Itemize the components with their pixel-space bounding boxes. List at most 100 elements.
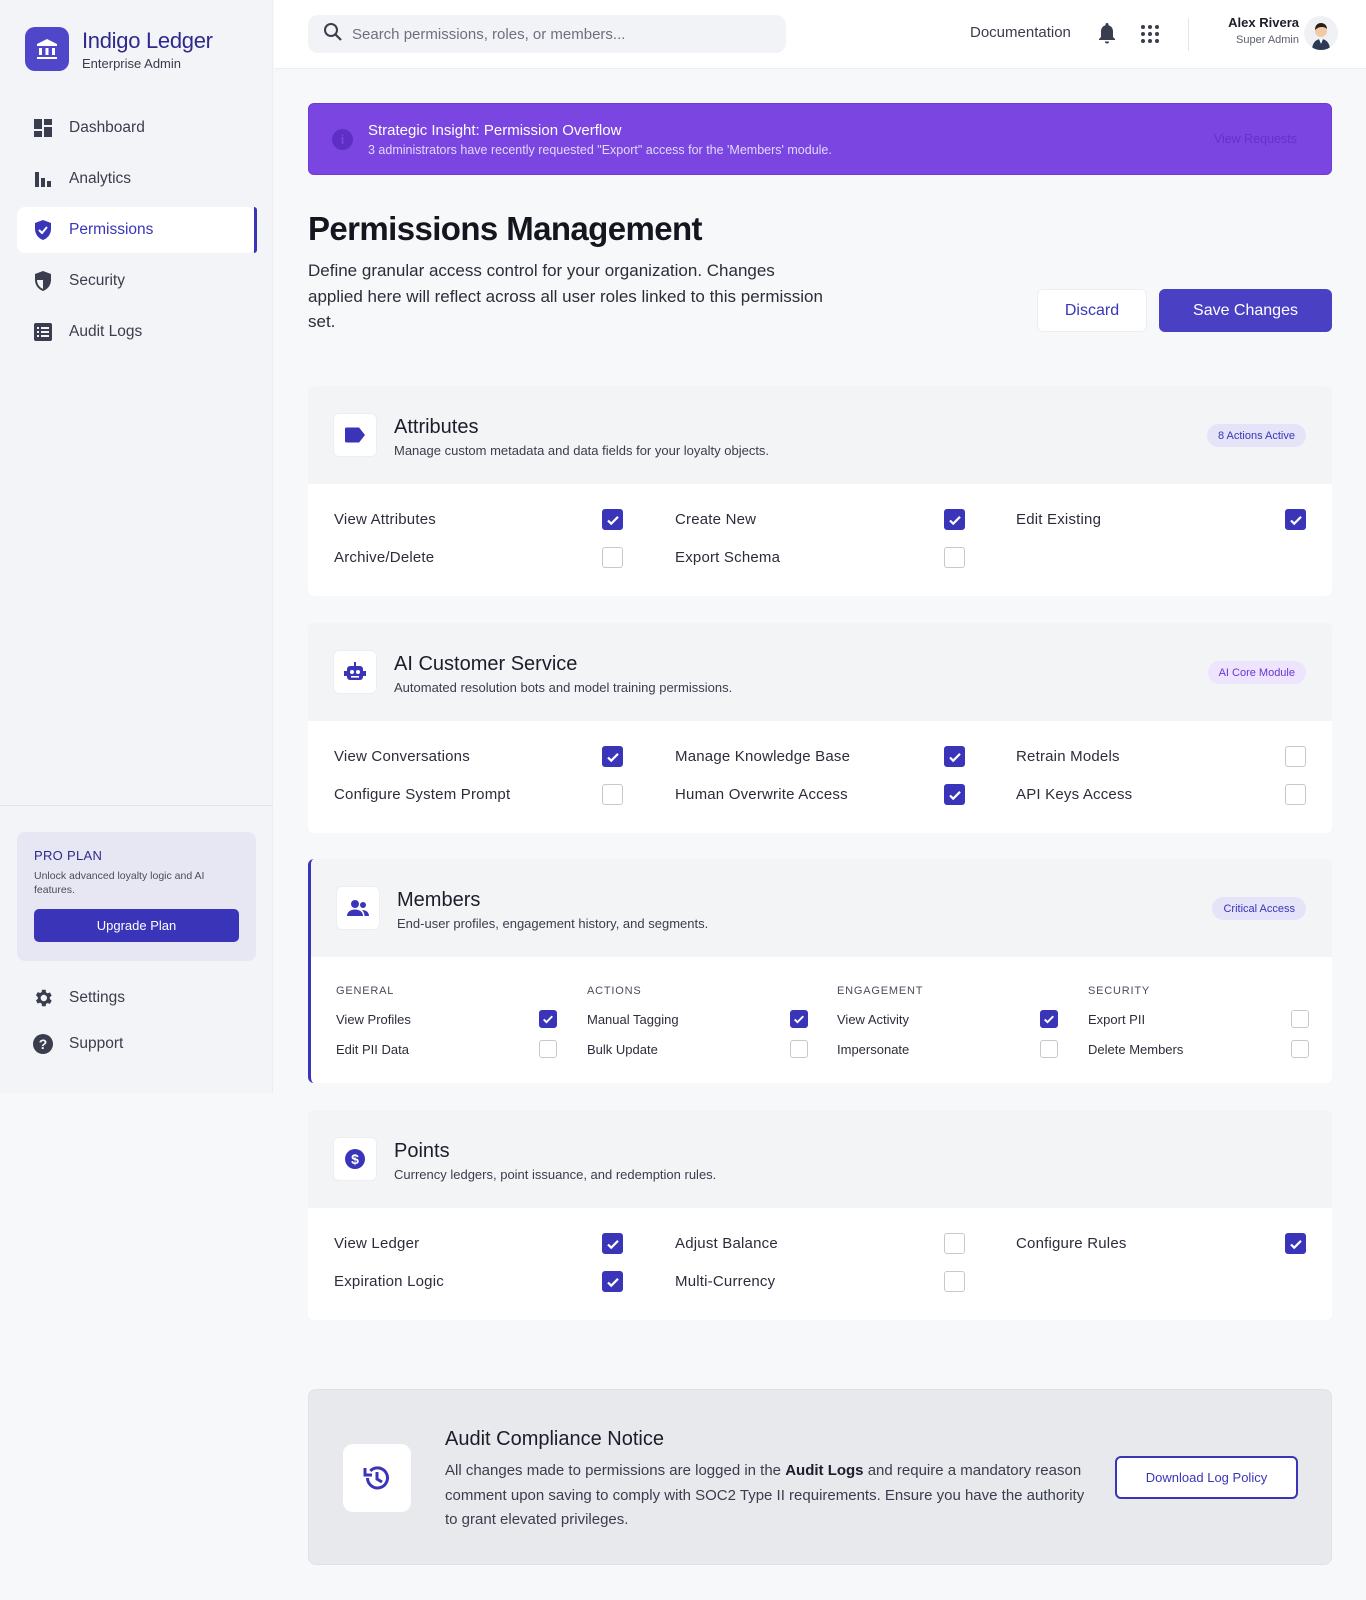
status-badge: Critical Access — [1212, 897, 1306, 920]
card-subtitle: Currency ledgers, point issuance, and re… — [394, 1167, 717, 1182]
brand[interactable]: Indigo Ledger Enterprise Admin — [25, 27, 213, 71]
perm-checkbox[interactable] — [602, 1233, 623, 1254]
perm-checkbox[interactable] — [1291, 1010, 1309, 1028]
points-card: $ Points Currency ledgers, point issuanc… — [308, 1110, 1332, 1320]
download-log-policy-button[interactable]: Download Log Policy — [1115, 1456, 1298, 1499]
discard-button[interactable]: Discard — [1037, 289, 1147, 332]
robot-icon — [333, 650, 377, 694]
group-title-general: GENERAL — [336, 985, 395, 997]
perm-checkbox[interactable] — [944, 1271, 965, 1292]
perm-label: View Profiles — [336, 1011, 411, 1027]
perm-checkbox[interactable] — [602, 509, 623, 530]
group-title-engagement: ENGAGEMENT — [837, 985, 924, 997]
perm-checkbox[interactable] — [602, 746, 623, 767]
dashboard-icon — [32, 117, 54, 139]
dollar-coin-icon: $ — [333, 1137, 377, 1181]
perm-edit-pii-data: Edit PII Data — [336, 1038, 409, 1060]
perm-label: View Attributes — [334, 510, 436, 528]
perm-export-pii: Export PII — [1088, 1008, 1145, 1030]
perm-checkbox[interactable] — [790, 1010, 808, 1028]
apps-grid-icon[interactable] — [1140, 24, 1160, 49]
search-input[interactable] — [352, 25, 772, 43]
card-header: $ Points Currency ledgers, point issuanc… — [308, 1110, 1332, 1208]
perm-adjust-balance: Adjust Balance — [675, 1232, 778, 1254]
perm-checkbox[interactable] — [539, 1010, 557, 1028]
perm-checkbox[interactable] — [1285, 746, 1306, 767]
sidebar-item-support[interactable]: ? Support — [17, 1021, 255, 1067]
perm-manage-knowledge-base: Manage Knowledge Base — [675, 745, 850, 767]
sidebar-item-label: Analytics — [69, 170, 132, 187]
perm-checkbox[interactable] — [602, 547, 623, 568]
sidebar-item-dashboard[interactable]: Dashboard — [17, 105, 255, 151]
perm-configure-system-prompt: Configure System Prompt — [334, 783, 510, 805]
perm-archive-delete: Archive/Delete — [334, 546, 434, 568]
perm-checkbox[interactable] — [1040, 1040, 1058, 1058]
perm-label: Expiration Logic — [334, 1272, 444, 1290]
checkmark-icon — [948, 752, 961, 762]
user-role: Super Admin — [1236, 34, 1299, 46]
view-requests-link[interactable]: View Requests — [1214, 132, 1297, 146]
perm-human-overwrite-access: Human Overwrite Access — [675, 783, 848, 805]
perm-edit-existing: Edit Existing — [1016, 508, 1101, 530]
user-info[interactable]: Alex Rivera Super Admin — [1214, 15, 1299, 46]
card-title: Points — [394, 1140, 450, 1162]
card-title: Attributes — [394, 416, 479, 438]
sidebar-item-label: Settings — [69, 989, 126, 1006]
pro-plan-card: PRO PLAN Unlock advanced loyalty logic a… — [17, 832, 256, 961]
perm-checkbox[interactable] — [1291, 1040, 1309, 1058]
info-icon: i — [332, 129, 353, 150]
perm-checkbox[interactable] — [944, 784, 965, 805]
perm-checkbox[interactable] — [539, 1040, 557, 1058]
perm-checkbox[interactable] — [1285, 1233, 1306, 1254]
perm-checkbox[interactable] — [1040, 1010, 1058, 1028]
checkmark-icon — [948, 515, 961, 525]
bar-chart-icon — [32, 168, 54, 190]
perm-delete-members: Delete Members — [1088, 1038, 1183, 1060]
perm-checkbox[interactable] — [1285, 509, 1306, 530]
sidebar-item-permissions[interactable]: Permissions — [17, 207, 257, 253]
perm-checkbox[interactable] — [602, 1271, 623, 1292]
sidebar-item-analytics[interactable]: Analytics — [17, 156, 255, 202]
shield-check-icon — [32, 219, 54, 241]
checkmark-icon — [1044, 1015, 1054, 1024]
documentation-link[interactable]: Documentation — [970, 24, 1071, 41]
bell-icon[interactable] — [1097, 22, 1117, 49]
perm-manual-tagging: Manual Tagging — [587, 1008, 679, 1030]
avatar[interactable] — [1304, 16, 1338, 50]
save-changes-button[interactable]: Save Changes — [1159, 289, 1332, 332]
perm-checkbox[interactable] — [790, 1040, 808, 1058]
sidebar: Indigo Ledger Enterprise Admin Dashboard… — [0, 0, 273, 1093]
perm-label: Retrain Models — [1016, 747, 1120, 765]
perm-impersonate: Impersonate — [837, 1038, 909, 1060]
perm-checkbox[interactable] — [944, 746, 965, 767]
perm-checkbox[interactable] — [944, 509, 965, 530]
users-icon — [336, 886, 380, 930]
perm-checkbox[interactable] — [1285, 784, 1306, 805]
checkmark-icon — [606, 515, 619, 525]
top-header: Documentation Alex Rivera Super Admin — [274, 0, 1366, 69]
perm-checkbox[interactable] — [944, 1233, 965, 1254]
card-title: AI Customer Service — [394, 653, 578, 675]
banner-title: Strategic Insight: Permission Overflow — [368, 122, 622, 139]
audit-text: All changes made to permissions are logg… — [445, 1459, 1085, 1533]
checkmark-icon — [543, 1015, 553, 1024]
perm-label: Edit PII Data — [336, 1041, 409, 1057]
page-title: Permissions Management — [308, 210, 703, 247]
perm-label: Manage Knowledge Base — [675, 747, 851, 765]
perm-checkbox[interactable] — [944, 547, 965, 568]
perm-checkbox[interactable] — [602, 784, 623, 805]
gear-icon — [32, 987, 54, 1009]
upgrade-plan-button[interactable]: Upgrade Plan — [34, 909, 239, 942]
sidebar-item-security[interactable]: Security — [17, 258, 255, 304]
checkmark-icon — [606, 1239, 619, 1249]
pro-plan-description: Unlock advanced loyalty logic and AI fea… — [34, 870, 205, 896]
search-bar[interactable] — [308, 15, 786, 53]
perm-label: Multi-Currency — [675, 1272, 776, 1290]
audit-logs-emphasis: Audit Logs — [785, 1462, 864, 1479]
sidebar-item-audit-logs[interactable]: Audit Logs — [17, 309, 255, 355]
page-description: Define granular access control for your … — [308, 261, 823, 331]
card-header: AI Customer Service Automated resolution… — [308, 623, 1332, 721]
sidebar-item-settings[interactable]: Settings — [17, 975, 255, 1021]
header-divider — [1188, 18, 1189, 51]
perm-label: Archive/Delete — [334, 548, 435, 566]
